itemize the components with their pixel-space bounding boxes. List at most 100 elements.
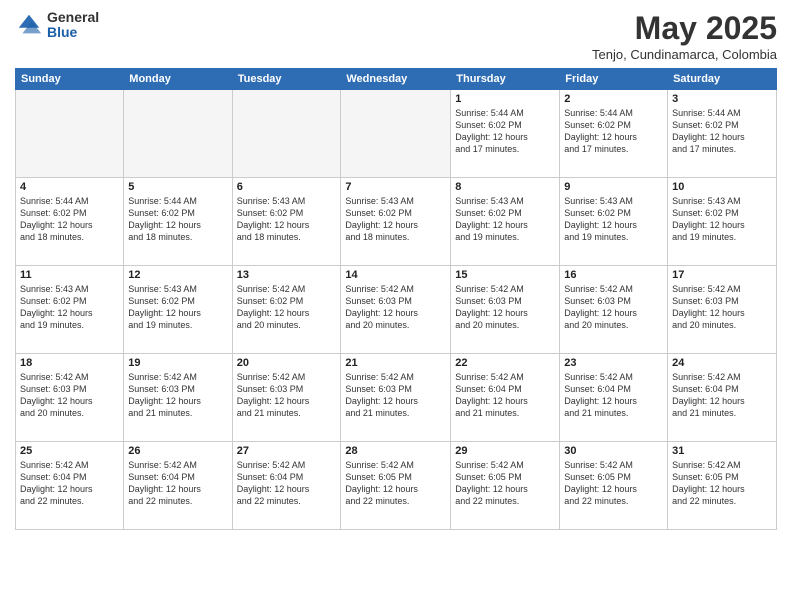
calendar-cell: 6Sunrise: 5:43 AM Sunset: 6:02 PM Daylig… (232, 178, 341, 266)
calendar-cell: 1Sunrise: 5:44 AM Sunset: 6:02 PM Daylig… (451, 90, 560, 178)
day-info: Sunrise: 5:43 AM Sunset: 6:02 PM Dayligh… (345, 195, 446, 244)
calendar-cell: 3 Sunrise: 5:44 AM Sunset: 6:02 PM Daylig… (668, 90, 777, 178)
calendar-cell: 30 Sunrise: 5:42 AM Sunset: 6:05 PM Dayli… (560, 442, 668, 530)
day-number: 8 (455, 181, 555, 193)
day-info: Sunrise: 5:43 AM Sunset: 6:02 PM Dayligh… (564, 195, 663, 244)
calendar-cell: 14 Sunrise: 5:42 AM Sunset: 6:03 PM Dayli… (341, 266, 451, 354)
day-info: Sunrise: 5:42 AM Sunset: 6:04 PM Dayligh… (128, 459, 227, 508)
day-number: 18 (20, 357, 119, 369)
calendar-cell: 26 Sunrise: 5:42 AM Sunset: 6:04 PM Dayli… (124, 442, 232, 530)
day-info: Sunrise: 5:42 AM Sunset: 6:04 PM Dayligh… (455, 371, 555, 420)
weekday-header: Wednesday (341, 69, 451, 90)
subtitle: Tenjo, Cundinamarca, Colombia (592, 47, 777, 62)
calendar-cell: 17Sunrise: 5:42 AM Sunset: 6:03 PM Dayli… (668, 266, 777, 354)
day-info: Sunrise: 5:42 AM Sunset: 6:03 PM Dayligh… (345, 283, 446, 332)
weekday-header: Thursday (451, 69, 560, 90)
day-info: Sunrise: 5:42 AM Sunset: 6:03 PM Dayligh… (455, 283, 555, 332)
calendar-cell: 2 Sunrise: 5:44 AM Sunset: 6:02 PM Daylig… (560, 90, 668, 178)
calendar-cell: 27Sunrise: 5:42 AM Sunset: 6:04 PM Dayli… (232, 442, 341, 530)
calendar-cell: 8 Sunrise: 5:43 AM Sunset: 6:02 PM Daylig… (451, 178, 560, 266)
day-number: 11 (20, 269, 119, 281)
calendar-week-row: 25 Sunrise: 5:42 AM Sunset: 6:04 PM Dayli… (16, 442, 777, 530)
calendar-cell: 15Sunrise: 5:42 AM Sunset: 6:03 PM Dayli… (451, 266, 560, 354)
day-info: Sunrise: 5:42 AM Sunset: 6:05 PM Dayligh… (455, 459, 555, 508)
weekday-header: Friday (560, 69, 668, 90)
day-info: Sunrise: 5:44 AM Sunset: 6:02 PM Dayligh… (564, 107, 663, 156)
day-info: Sunrise: 5:44 AM Sunset: 6:02 PM Dayligh… (455, 107, 555, 156)
calendar-cell: 20Sunrise: 5:42 AM Sunset: 6:03 PM Dayli… (232, 354, 341, 442)
calendar-cell: 16 Sunrise: 5:42 AM Sunset: 6:03 PM Dayli… (560, 266, 668, 354)
calendar-week-row: 11 Sunrise: 5:43 AM Sunset: 6:02 PM Dayli… (16, 266, 777, 354)
calendar-week-row: 1Sunrise: 5:44 AM Sunset: 6:02 PM Daylig… (16, 90, 777, 178)
day-info: Sunrise: 5:43 AM Sunset: 6:02 PM Dayligh… (20, 283, 119, 332)
weekday-header: Sunday (16, 69, 124, 90)
calendar-cell: 22Sunrise: 5:42 AM Sunset: 6:04 PM Dayli… (451, 354, 560, 442)
day-number: 3 (672, 93, 772, 105)
day-info: Sunrise: 5:42 AM Sunset: 6:03 PM Dayligh… (128, 371, 227, 420)
calendar-cell: 13Sunrise: 5:42 AM Sunset: 6:02 PM Dayli… (232, 266, 341, 354)
day-info: Sunrise: 5:42 AM Sunset: 6:05 PM Dayligh… (345, 459, 446, 508)
calendar-cell (341, 90, 451, 178)
day-number: 10 (672, 181, 772, 193)
weekday-header-row: SundayMondayTuesdayWednesdayThursdayFrid… (16, 69, 777, 90)
calendar-cell: 19Sunrise: 5:42 AM Sunset: 6:03 PM Dayli… (124, 354, 232, 442)
calendar-cell: 25 Sunrise: 5:42 AM Sunset: 6:04 PM Dayli… (16, 442, 124, 530)
calendar-cell: 9 Sunrise: 5:43 AM Sunset: 6:02 PM Daylig… (560, 178, 668, 266)
weekday-header: Monday (124, 69, 232, 90)
day-info: Sunrise: 5:44 AM Sunset: 6:02 PM Dayligh… (672, 107, 772, 156)
day-info: Sunrise: 5:43 AM Sunset: 6:02 PM Dayligh… (128, 283, 227, 332)
logo-general: General (47, 10, 99, 25)
weekday-header: Saturday (668, 69, 777, 90)
day-info: Sunrise: 5:42 AM Sunset: 6:03 PM Dayligh… (672, 283, 772, 332)
day-number: 16 (564, 269, 663, 281)
day-number: 31 (672, 445, 772, 457)
calendar-cell: 5Sunrise: 5:44 AM Sunset: 6:02 PM Daylig… (124, 178, 232, 266)
day-number: 7 (345, 181, 446, 193)
logo-icon (15, 11, 43, 39)
calendar-cell (124, 90, 232, 178)
day-number: 14 (345, 269, 446, 281)
day-number: 4 (20, 181, 119, 193)
day-info: Sunrise: 5:42 AM Sunset: 6:04 PM Dayligh… (237, 459, 337, 508)
day-number: 23 (564, 357, 663, 369)
day-number: 26 (128, 445, 227, 457)
title-section: May 2025 Tenjo, Cundinamarca, Colombia (592, 10, 777, 62)
calendar-cell: 28 Sunrise: 5:42 AM Sunset: 6:05 PM Dayli… (341, 442, 451, 530)
day-info: Sunrise: 5:42 AM Sunset: 6:05 PM Dayligh… (564, 459, 663, 508)
calendar-cell: 4 Sunrise: 5:44 AM Sunset: 6:02 PM Daylig… (16, 178, 124, 266)
calendar-week-row: 18 Sunrise: 5:42 AM Sunset: 6:03 PM Dayli… (16, 354, 777, 442)
day-number: 28 (345, 445, 446, 457)
day-info: Sunrise: 5:43 AM Sunset: 6:02 PM Dayligh… (455, 195, 555, 244)
calendar-cell (16, 90, 124, 178)
day-number: 30 (564, 445, 663, 457)
day-number: 21 (345, 357, 446, 369)
weekday-header: Tuesday (232, 69, 341, 90)
day-info: Sunrise: 5:42 AM Sunset: 6:04 PM Dayligh… (564, 371, 663, 420)
calendar-cell: 18 Sunrise: 5:42 AM Sunset: 6:03 PM Dayli… (16, 354, 124, 442)
day-info: Sunrise: 5:42 AM Sunset: 6:03 PM Dayligh… (20, 371, 119, 420)
calendar-cell: 10 Sunrise: 5:43 AM Sunset: 6:02 PM Dayli… (668, 178, 777, 266)
day-info: Sunrise: 5:42 AM Sunset: 6:03 PM Dayligh… (564, 283, 663, 332)
calendar-cell: 31Sunrise: 5:42 AM Sunset: 6:05 PM Dayli… (668, 442, 777, 530)
day-number: 9 (564, 181, 663, 193)
day-number: 6 (237, 181, 337, 193)
day-number: 5 (128, 181, 227, 193)
day-number: 25 (20, 445, 119, 457)
day-info: Sunrise: 5:44 AM Sunset: 6:02 PM Dayligh… (20, 195, 119, 244)
day-number: 2 (564, 93, 663, 105)
month-title: May 2025 (592, 10, 777, 47)
day-number: 29 (455, 445, 555, 457)
calendar-cell: 7 Sunrise: 5:43 AM Sunset: 6:02 PM Daylig… (341, 178, 451, 266)
day-info: Sunrise: 5:42 AM Sunset: 6:04 PM Dayligh… (20, 459, 119, 508)
calendar-cell: 21Sunrise: 5:42 AM Sunset: 6:03 PM Dayli… (341, 354, 451, 442)
calendar-cell: 11 Sunrise: 5:43 AM Sunset: 6:02 PM Dayli… (16, 266, 124, 354)
calendar-table: SundayMondayTuesdayWednesdayThursdayFrid… (15, 68, 777, 530)
logo: General Blue (15, 10, 99, 41)
logo-blue: Blue (47, 25, 99, 40)
calendar-cell: 24Sunrise: 5:42 AM Sunset: 6:04 PM Dayli… (668, 354, 777, 442)
header: General Blue May 2025 Tenjo, Cundinamarc… (15, 10, 777, 62)
logo-text: General Blue (47, 10, 99, 41)
day-info: Sunrise: 5:43 AM Sunset: 6:02 PM Dayligh… (672, 195, 772, 244)
day-info: Sunrise: 5:42 AM Sunset: 6:04 PM Dayligh… (672, 371, 772, 420)
day-number: 13 (237, 269, 337, 281)
